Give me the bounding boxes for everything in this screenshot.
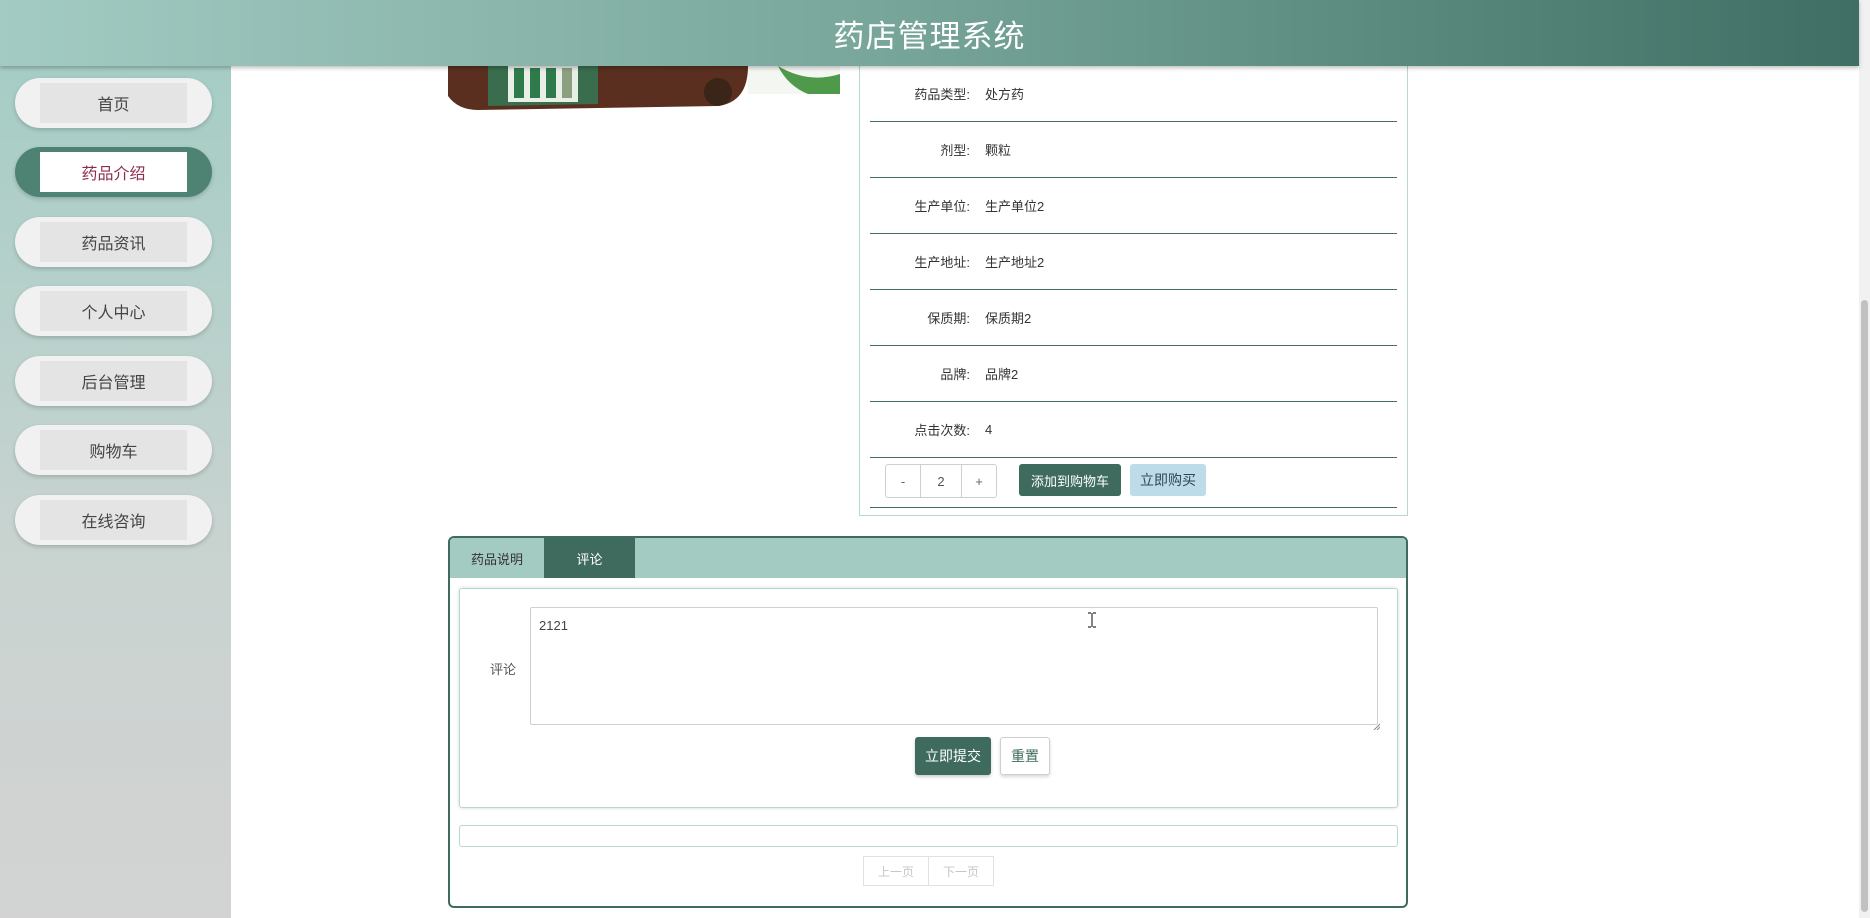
sidebar-item-label: 在线咨询 [40, 500, 187, 540]
detail-label: 剂型: [940, 143, 970, 158]
tab-panel: 药品说明 评论 评论 2121 立即提交 重置 上一页 下一页 [448, 536, 1408, 908]
sidebar-item-admin[interactable]: 后台管理 [15, 356, 212, 406]
page-scrollbar[interactable] [1859, 0, 1870, 918]
sidebar-item-label: 个人中心 [40, 291, 187, 331]
purchase-row: - 2 + 添加到购物车 立即购买 [870, 458, 1397, 508]
detail-label: 保质期: [927, 311, 970, 326]
quantity-input[interactable]: 2 [920, 465, 962, 497]
sidebar-item-drug-intro[interactable]: 药品介绍 [15, 147, 212, 197]
next-page-button[interactable]: 下一页 [928, 856, 994, 886]
quantity-increase-button[interactable]: + [962, 465, 996, 497]
detail-label: 品牌: [940, 367, 970, 382]
sidebar-item-drug-news[interactable]: 药品资讯 [15, 217, 212, 267]
detail-row-manufacturer: 生产单位: 生产单位2 [870, 178, 1397, 234]
detail-value: 品牌2 [985, 367, 1019, 382]
sidebar-item-label: 购物车 [40, 430, 187, 470]
resize-handle-icon[interactable] [1372, 717, 1381, 731]
sidebar: 首页 药品介绍 药品资讯 个人中心 后台管理 购物车 在线咨询 [0, 66, 231, 918]
sidebar-item-label: 药品介绍 [40, 152, 187, 192]
sidebar-item-label: 药品资讯 [40, 222, 187, 262]
comment-form: 评论 2121 立即提交 重置 [459, 588, 1398, 808]
detail-row-brand: 品牌: 品牌2 [870, 346, 1397, 402]
sidebar-item-cart[interactable]: 购物车 [15, 425, 212, 475]
detail-row-drug-type: 药品类型: 处方药 [870, 66, 1397, 122]
comment-label: 评论 [490, 662, 517, 677]
app-title: 药店管理系统 [833, 18, 1026, 54]
tab-bar: 药品说明 评论 [450, 538, 1406, 578]
detail-row-click-count: 点击次数: 4 [870, 402, 1397, 458]
detail-label: 药品类型: [914, 87, 970, 102]
detail-label: 点击次数: [914, 423, 970, 438]
pagination: 上一页 下一页 [863, 856, 994, 886]
detail-value: 保质期2 [985, 311, 1032, 326]
comment-textarea[interactable]: 2121 [530, 607, 1378, 725]
detail-row-address: 生产地址: 生产地址2 [870, 234, 1397, 290]
detail-value: 生产单位2 [985, 199, 1045, 214]
sidebar-item-personal-center[interactable]: 个人中心 [15, 286, 212, 336]
detail-label: 生产单位: [914, 199, 970, 214]
tab-drug-instructions[interactable]: 药品说明 [450, 538, 544, 578]
sidebar-item-label: 后台管理 [40, 361, 187, 401]
comment-list [459, 825, 1398, 847]
sidebar-item-online-consult[interactable]: 在线咨询 [15, 495, 212, 545]
drug-details-panel: 药品类型: 处方药 剂型: 颗粒 生产单位: 生产单位2 生产地址: 生产地址2… [859, 66, 1408, 516]
product-image [448, 66, 840, 112]
app-header: 药店管理系统 [0, 0, 1859, 66]
detail-value: 4 [985, 422, 993, 437]
reset-button[interactable]: 重置 [1000, 737, 1050, 775]
detail-value: 生产地址2 [985, 255, 1045, 270]
detail-value: 处方药 [985, 87, 1025, 102]
detail-row-shelf-life: 保质期: 保质期2 [870, 290, 1397, 346]
tab-comments[interactable]: 评论 [544, 538, 635, 578]
sidebar-item-label: 首页 [40, 83, 187, 123]
add-to-cart-button[interactable]: 添加到购物车 [1019, 464, 1121, 496]
detail-row-dosage-form: 剂型: 颗粒 [870, 122, 1397, 178]
quantity-decrease-button[interactable]: - [886, 465, 920, 497]
detail-label: 生产地址: [914, 255, 970, 270]
sidebar-item-home[interactable]: 首页 [15, 78, 212, 128]
prev-page-button[interactable]: 上一页 [863, 856, 929, 886]
quantity-stepper: - 2 + [885, 464, 997, 498]
text-cursor-icon [1087, 612, 1097, 628]
scrollbar-thumb[interactable] [1861, 300, 1868, 912]
submit-comment-button[interactable]: 立即提交 [915, 737, 991, 775]
buy-now-button[interactable]: 立即购买 [1130, 464, 1206, 496]
detail-value: 颗粒 [985, 143, 1012, 158]
